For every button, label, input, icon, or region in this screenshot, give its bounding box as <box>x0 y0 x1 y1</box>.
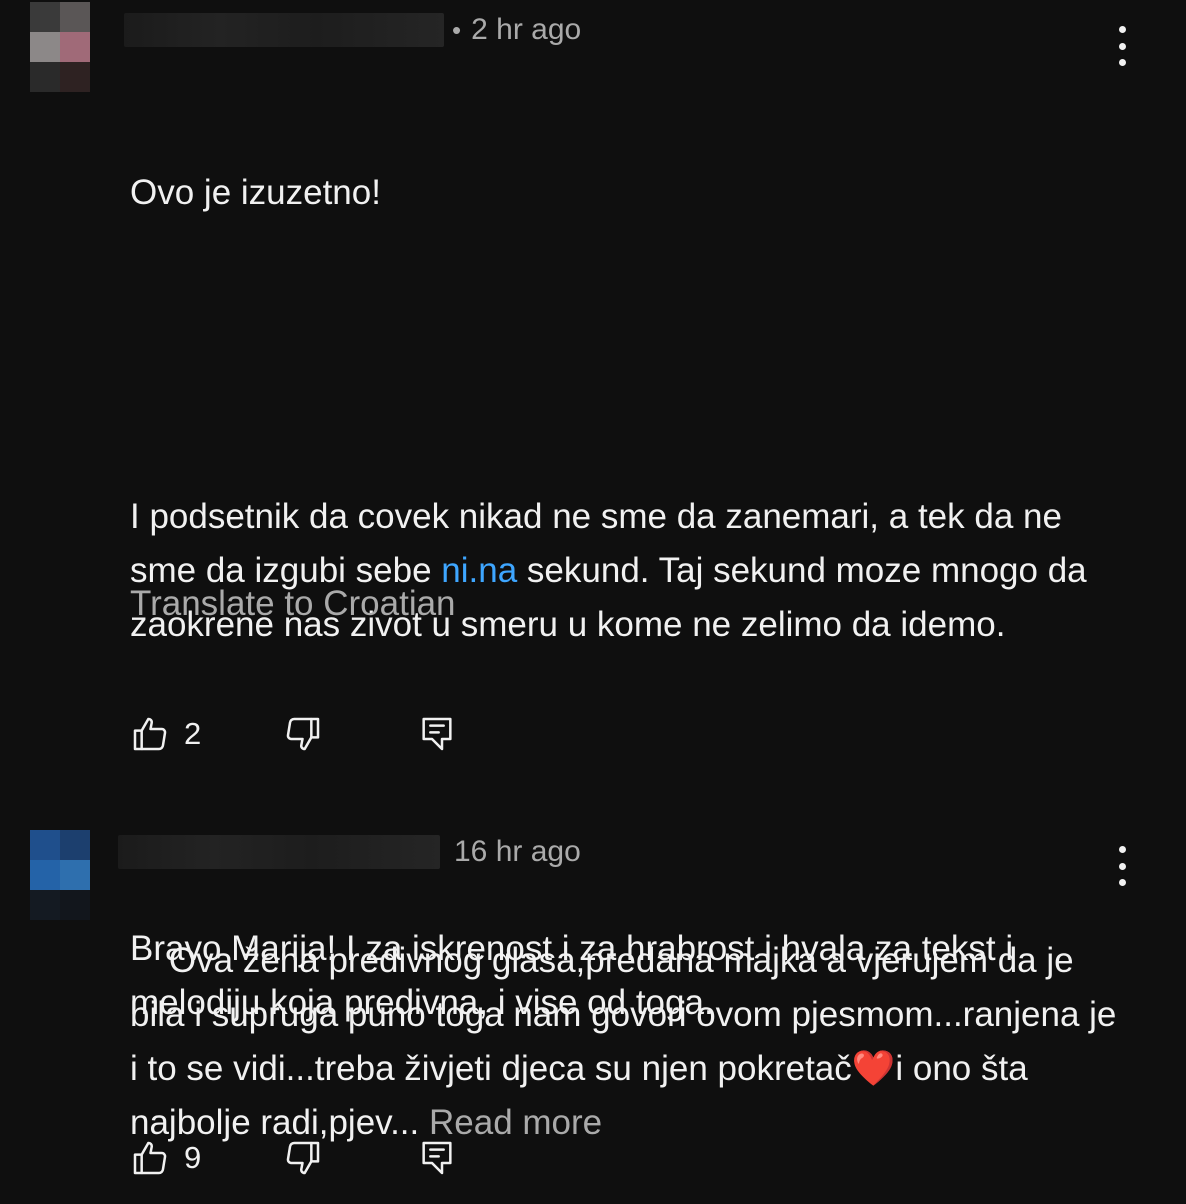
comment-actions: 2 <box>130 712 457 756</box>
comment-header: • 2 hr ago <box>124 10 581 50</box>
thumbs-up-icon <box>130 1138 170 1178</box>
author-name-redacted[interactable] <box>118 835 440 869</box>
avatar[interactable] <box>30 830 90 920</box>
like-button[interactable]: 9 <box>130 1138 201 1178</box>
thumbs-down-icon <box>283 714 323 754</box>
comment-1: • 2 hr ago Ovo je izuzetno! I podsetnik … <box>0 0 1186 1022</box>
reply-button[interactable] <box>417 1138 457 1178</box>
reply-button[interactable] <box>417 714 457 754</box>
comment-2: 16 hr ago Ova žena predivnog glasa,preda… <box>0 820 1186 1200</box>
paragraph-2: I podsetnik da covek nikad ne sme da zan… <box>130 490 1130 652</box>
dislike-button[interactable] <box>283 1138 323 1178</box>
dislike-button[interactable] <box>283 714 323 754</box>
like-count: 9 <box>184 1140 202 1175</box>
thumbs-down-icon <box>283 1138 323 1178</box>
timestamp: 16 hr ago <box>454 835 581 868</box>
reply-icon <box>417 1138 457 1178</box>
translate-button[interactable]: Translate to Croatian <box>130 584 456 624</box>
comment-header: 16 hr ago <box>118 832 581 872</box>
thumbs-up-icon <box>130 714 170 754</box>
reply-icon <box>417 714 457 754</box>
separator: • <box>452 14 462 45</box>
like-count: 2 <box>184 716 202 751</box>
avatar[interactable] <box>30 2 90 92</box>
timestamp: 2 hr ago <box>471 13 582 46</box>
like-button[interactable]: 2 <box>130 714 201 754</box>
heart-emoji: ❤️ <box>851 1049 896 1088</box>
paragraph-1: Ovo je izuzetno! <box>130 173 381 212</box>
author-name-redacted[interactable] <box>124 13 444 47</box>
comment-actions: 9 <box>130 1136 457 1180</box>
